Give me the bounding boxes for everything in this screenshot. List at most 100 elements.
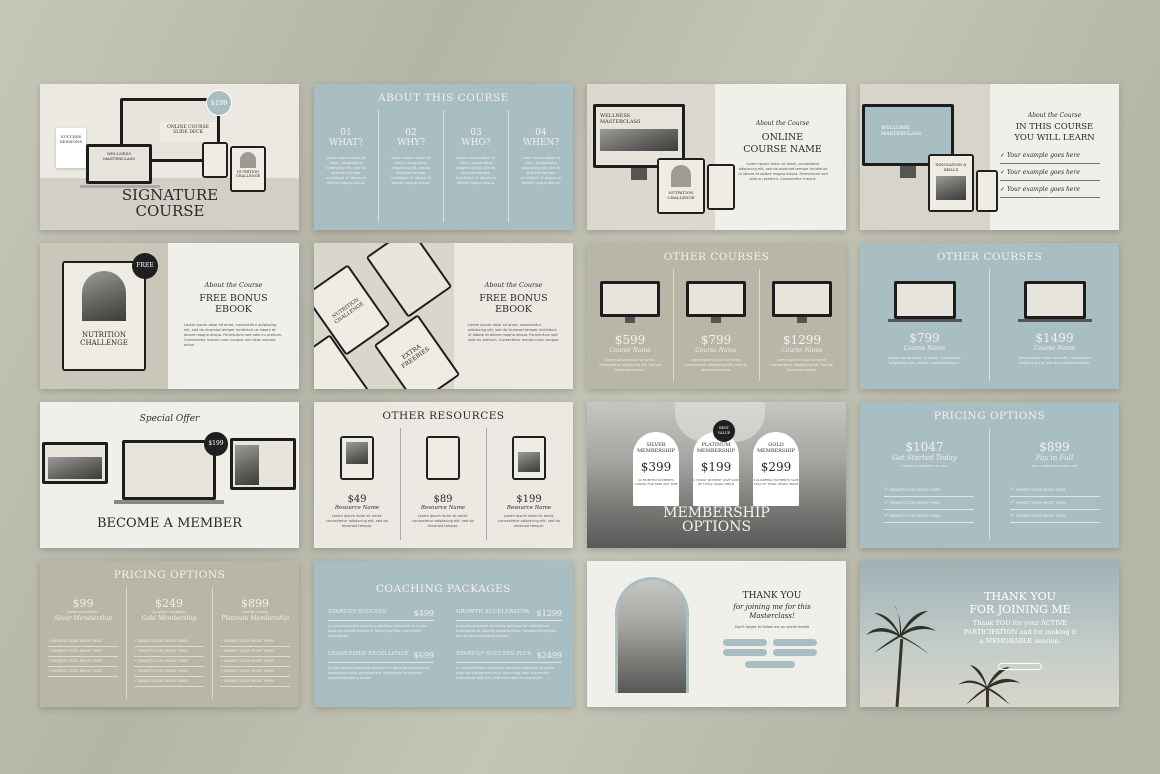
slide-coaching-packages[interactable]: COACHING PACKAGES START-UP SUCCESS $499 A … (314, 561, 573, 707)
slide-subtitle: About the Course (1027, 112, 1082, 119)
membership-price: $299 (760, 460, 792, 474)
mockup-label: SUCCESS (60, 134, 82, 139)
course-item: $1299 Course Name Lorem ipsum dolor sit am… (759, 333, 845, 373)
check-icon: ✓ (220, 679, 224, 683)
course-item: $1499 Course Name Lorem ipsum dolor sit am… (990, 331, 1119, 366)
check-icon: ✓ (884, 499, 890, 506)
benefit-text: BENEFIT GOES RIGHT HERE (1016, 514, 1066, 518)
benefits-list: ✓ BENEFIT GOES RIGHT HERE ✓ BENEFIT GOES… (134, 637, 204, 687)
about-col: 03 WHO? Lorem ipsum dolor sit amet, consec… (444, 128, 508, 186)
mockup-label: NUTRITION (81, 331, 127, 339)
benefit-text: BENEFIT GOES RIGHT HERE (224, 659, 274, 663)
tablet-mockup (426, 436, 460, 480)
slide-free-bonus-ebook-2[interactable]: NUTRITION CHALLENGE EXTRA FREEBIES About t… (314, 243, 573, 389)
benefit-text: BENEFIT GOES RIGHT HERE (1016, 501, 1066, 505)
membership-card[interactable]: GOLD MEMBERSHIP $299 4 QUARTERLY PAYMENTS S… (753, 432, 799, 506)
plan-price: $99 (72, 597, 94, 610)
resource-price: $89 (433, 494, 453, 505)
laptop-mockup (42, 442, 108, 484)
check-icon: ✓ (134, 659, 138, 663)
mockup-label: INNOVATION & (935, 162, 967, 167)
check-icon: ✓ (1000, 152, 1006, 159)
course-name: Course Name (781, 347, 823, 354)
portrait-photo (618, 580, 686, 693)
list-item-label: Your example goes here (1006, 169, 1080, 176)
check-icon: ✓ (220, 669, 224, 673)
desktop-mockup (686, 281, 746, 317)
phone-mockup (707, 164, 735, 210)
benefit-text: BENEFIT GOES RIGHT HERE (52, 649, 102, 653)
slide-title: OTHER COURSES (663, 251, 770, 263)
membership-card[interactable]: PLATINUM MEMBERSHIP $199 1 YEARLY PAYMENT S… (693, 432, 739, 506)
list-item: ✓ Your example goes here (1000, 150, 1100, 164)
benefit-text: BENEFIT GOES RIGHT HERE (138, 679, 188, 683)
check-icon: ✓ (48, 649, 52, 653)
slide-thank-you-2[interactable]: THANK YOU FOR JOINING ME Thank YOU for y… (860, 561, 1119, 707)
social-link-button[interactable] (723, 639, 767, 646)
course-name: Course Name (695, 347, 737, 354)
slide-subtitle: About the Course (204, 281, 263, 289)
mockup-label: SESSIONS (59, 139, 83, 144)
mockup-label: WELLNESS (106, 151, 132, 156)
desktop-mockup (772, 281, 832, 317)
mockup-label: SLIDE DECK (173, 130, 203, 135)
slide-free-bonus-ebook[interactable]: NUTRITION CHALLENGE FREE About the Course… (40, 243, 299, 389)
website-link-button[interactable] (998, 663, 1042, 670)
membership-card[interactable]: SILVER MEMBERSHIP $399 12 MONTHLY PAYMENTS … (633, 432, 679, 506)
slide-pricing-options-3[interactable]: PRICING OPTIONS $99 MONTHLY PAYMENTS Silve… (40, 561, 299, 707)
check-icon: ✓ (1010, 499, 1016, 506)
check-icon: ✓ (1000, 186, 1006, 193)
benefit-text: BENEFIT GOES RIGHT HERE (224, 669, 274, 673)
package-price: $699 (413, 651, 434, 660)
laptop-mockup (1024, 281, 1086, 319)
about-col: 02 WHY? Lorem ipsum dolor sit amet, consec… (379, 128, 443, 186)
pricing-col: $99 MONTHLY PAYMENTS Silver Membership (40, 597, 126, 622)
pricing-col: $899 Pay in Full GET A FREE BONUS AND SAVE (990, 440, 1119, 469)
social-link-button[interactable] (773, 639, 817, 646)
slide-title: OTHER COURSES (936, 251, 1043, 263)
slide-pricing-options-2[interactable]: PRICING OPTIONS $1047 Get Started Today 3 … (860, 402, 1119, 548)
tablet-mockup: NUTRITION CHALLENGE (230, 146, 266, 192)
resource-item: $199 Resource Name Lorem ipsum dolor sit a… (486, 494, 572, 529)
slide-title: COURSE (135, 202, 205, 220)
desktop-mockup (600, 281, 660, 317)
free-badge: FREE (132, 253, 158, 279)
social-link-button[interactable] (773, 649, 817, 656)
slide-thank-you-1[interactable]: THANK YOU for joining me for this Master… (587, 561, 846, 707)
slide-other-courses-2[interactable]: OTHER COURSES $799 Course Name Lorem ipsum… (860, 243, 1119, 389)
slide-become-member[interactable]: Special Offer $199 BECOME A MEMBER (40, 402, 299, 548)
col-number: 04 (535, 128, 547, 138)
slide-membership-options[interactable]: SILVER MEMBERSHIP $399 12 MONTHLY PAYMENTS … (587, 402, 846, 548)
plan-price: $899 (1039, 440, 1070, 454)
col-question: WHY? (397, 138, 425, 148)
phone-mockup (976, 170, 998, 212)
social-link-button[interactable] (723, 649, 767, 656)
slide-title: FREE BONUS (199, 293, 268, 304)
resource-item: $89 Resource Name Lorem ipsum dolor sit am… (400, 494, 486, 529)
slide-online-course-name[interactable]: WELLNESS MASTERCLASS NUTRITION CHALLENGE A… (587, 84, 846, 230)
plan-name: Platinum Membership (221, 615, 289, 622)
tablet-mockup: NUTRITION CHALLENGE (62, 261, 146, 371)
website-link-button[interactable] (745, 661, 795, 668)
slide-you-will-learn[interactable]: WELCOME MASTERCLASS INNOVATION & SKILLS Ab… (860, 84, 1119, 230)
check-icon: ✓ (134, 669, 138, 673)
slide-title: MEMBERSHIP (663, 505, 770, 521)
benefit-text: BENEFIT GOES RIGHT HERE (890, 514, 940, 518)
check-icon: ✓ (220, 659, 224, 663)
plan-name: Gold Membership (141, 615, 197, 622)
plan-price: $899 (241, 597, 269, 610)
check-icon: ✓ (48, 669, 52, 673)
slide-title: COURSE NAME (743, 144, 822, 155)
slide-about-course[interactable]: ABOUT THIS COURSE 01 WHAT? Lorem ipsum dol… (314, 84, 573, 230)
pricing-col: $1047 Get Started Today 3 MONTHLY PAYMENTS… (860, 440, 989, 469)
list-item-label: Your example goes here (1006, 152, 1080, 159)
benefit-text: BENEFIT GOES RIGHT HERE (890, 501, 940, 505)
benefit-text: BENEFIT GOES RIGHT HERE (224, 649, 274, 653)
slide-other-resources[interactable]: OTHER RESOURCES $49 Resource Name Lorem ip… (314, 402, 573, 548)
membership-tier: MEMBERSHIP (756, 448, 796, 454)
package-price: $2499 (536, 651, 562, 660)
slide-signature-course[interactable]: ONLINE COURSE SLIDE DECK WELLNESS MASTERC… (40, 84, 299, 230)
slide-other-courses-3[interactable]: OTHER COURSES $599 Course Name Lorem ipsum… (587, 243, 846, 389)
check-icon: ✓ (884, 512, 890, 519)
slide-title: THANK YOU (984, 590, 1056, 603)
